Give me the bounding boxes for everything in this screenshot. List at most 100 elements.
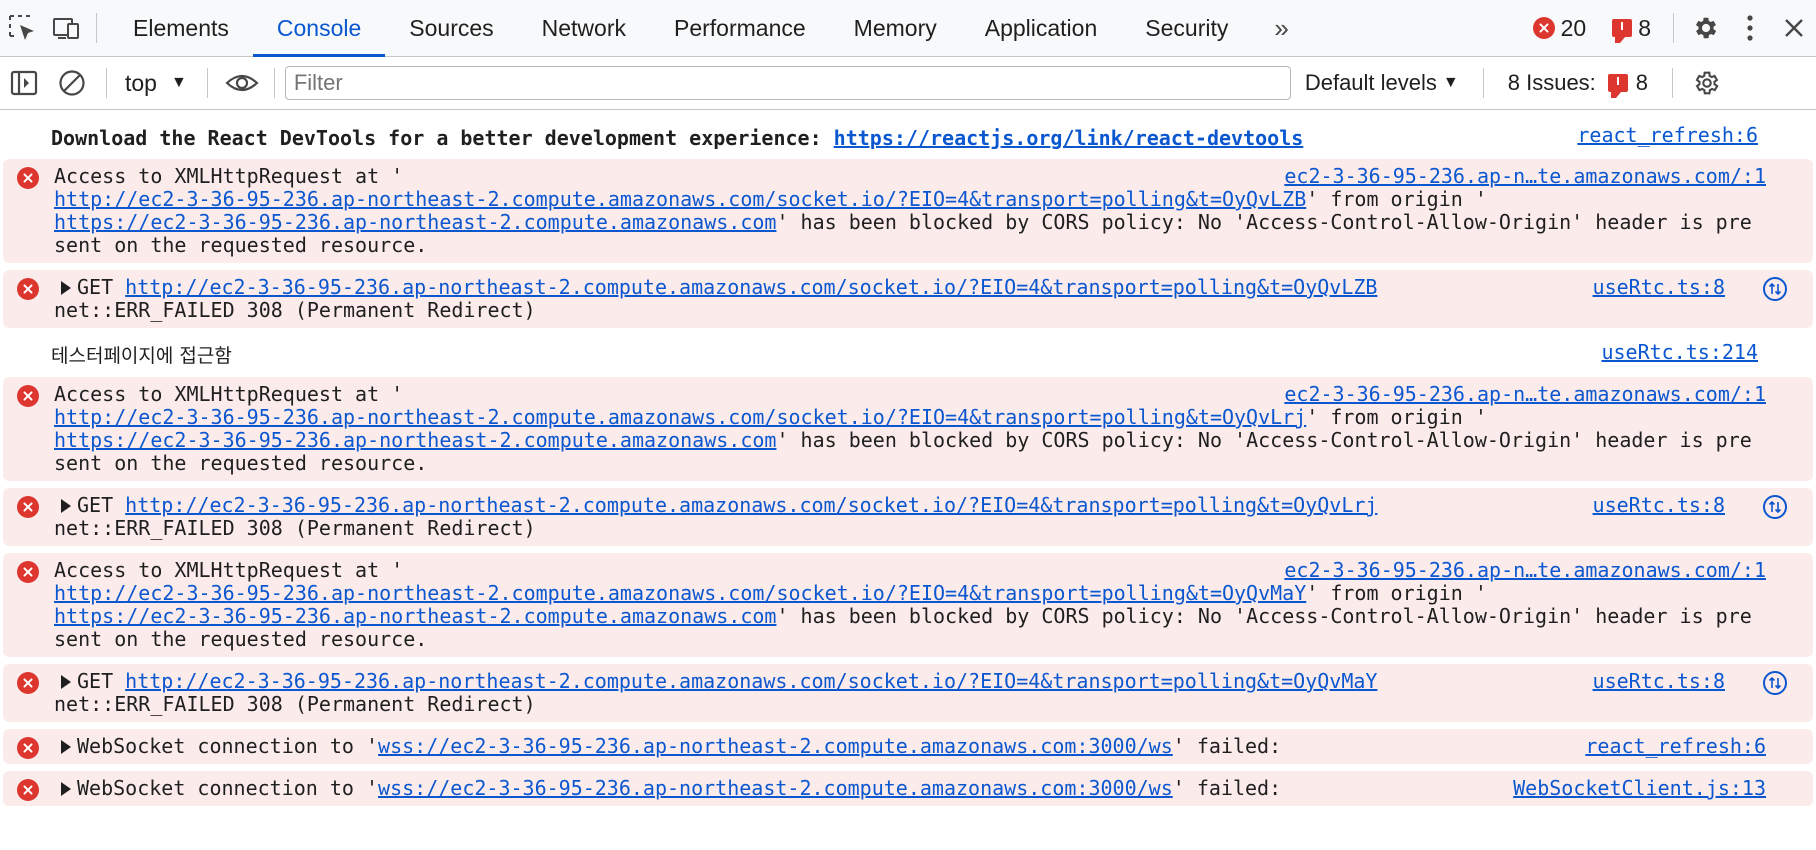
context-label: top: [125, 69, 157, 96]
message-text: net::ERR_FAILED 308 (Permanent Redirect): [54, 516, 536, 540]
error-counter[interactable]: 20: [1532, 15, 1586, 42]
console-toolbar: top ▼ Default levels ▼ 8 Issues: 8: [0, 57, 1816, 110]
expand-triangle-icon[interactable]: [61, 782, 71, 796]
message-text: ' failed:: [1172, 734, 1282, 758]
toolbar-separator: [1482, 68, 1484, 98]
console-message-info: Download the React DevTools for a better…: [0, 118, 1816, 159]
request-url-link[interactable]: http://ec2-3-36-95-236.ap-northeast-2.co…: [125, 669, 1377, 693]
more-tabs-button[interactable]: »: [1252, 0, 1310, 56]
tab-elements[interactable]: Elements: [109, 0, 253, 56]
context-selector[interactable]: top ▼: [117, 57, 197, 109]
expand-triangle-icon[interactable]: [61, 740, 71, 754]
console-message-log: 테스터페이지에 접근함 useRtc.ts:214: [0, 335, 1816, 377]
message-text: Access to XMLHttpRequest at ': [54, 164, 404, 188]
error-icon: [17, 672, 39, 694]
caret-down-icon: ▼: [1442, 74, 1459, 91]
log-levels-dropdown[interactable]: Default levels ▼: [1291, 57, 1473, 109]
message-text: WebSocket connection to ': [77, 776, 379, 800]
devtools-tabbar: Elements Console Sources Network Perform…: [0, 0, 1816, 57]
message-text: GET: [77, 275, 126, 299]
message-text: GET: [77, 493, 126, 517]
network-request-icon[interactable]: [1763, 277, 1787, 301]
tab-performance[interactable]: Performance: [650, 0, 830, 56]
message-text: ' failed:: [1172, 776, 1282, 800]
device-toolbar-icon[interactable]: [44, 0, 88, 56]
message-text: WebSocket connection to ': [77, 734, 379, 758]
error-icon: [1532, 17, 1555, 39]
tab-memory[interactable]: Memory: [830, 0, 961, 56]
console-messages: Download the React DevTools for a better…: [0, 110, 1816, 806]
tab-application[interactable]: Application: [961, 0, 1122, 56]
issues-counter[interactable]: 8: [1612, 14, 1651, 43]
console-message-error[interactable]: GET http://ec2-3-36-95-236.ap-northeast-…: [3, 488, 1813, 546]
console-message-error[interactable]: WebSocket connection to 'wss://ec2-3-36-…: [3, 771, 1813, 806]
filter-input[interactable]: [284, 66, 1291, 100]
request-url-link[interactable]: http://ec2-3-36-95-236.ap-northeast-2.co…: [125, 275, 1377, 299]
source-link[interactable]: useRtc.ts:8: [1593, 494, 1725, 517]
websocket-url-link[interactable]: wss://ec2-3-36-95-236.ap-northeast-2.com…: [378, 776, 1173, 800]
issues-count: 8: [1635, 70, 1649, 95]
source-link[interactable]: ec2-3-36-95-236.ap-n…te.amazonaws.com/:1: [1284, 165, 1766, 188]
toolbar-separator: [96, 13, 97, 43]
message-text: Access to XMLHttpRequest at ': [54, 558, 404, 582]
message-text: Download the React DevTools for a better…: [51, 126, 834, 150]
issues-label: 8 Issues:: [1507, 70, 1596, 95]
console-settings-gear-icon[interactable]: [1683, 57, 1731, 109]
kebab-menu-icon[interactable]: [1728, 0, 1772, 56]
request-url-link[interactable]: http://ec2-3-36-95-236.ap-northeast-2.co…: [54, 405, 1306, 429]
clear-console-icon[interactable]: [48, 57, 96, 109]
message-link[interactable]: https://reactjs.org/link/react-devtools: [834, 126, 1304, 150]
gear-icon[interactable]: [1684, 0, 1728, 56]
origin-link[interactable]: https://ec2-3-36-95-236.ap-northeast-2.c…: [54, 428, 776, 452]
issues-count: 8: [1638, 14, 1651, 41]
network-request-icon[interactable]: [1763, 495, 1787, 519]
issue-flag-icon: [1612, 19, 1633, 43]
expand-triangle-icon[interactable]: [61, 499, 71, 513]
sidebar-toggle-icon[interactable]: [0, 57, 48, 109]
log-levels-label: Default levels: [1304, 70, 1437, 95]
toolbar-separator: [273, 68, 275, 98]
live-expression-eye-icon[interactable]: [218, 57, 266, 109]
error-icon: [17, 561, 39, 583]
source-link[interactable]: useRtc.ts:8: [1593, 276, 1725, 299]
message-text: GET: [77, 669, 126, 693]
message-text: ' from origin ': [1306, 405, 1487, 429]
tab-sources[interactable]: Sources: [385, 0, 517, 56]
tab-console[interactable]: Console: [252, 0, 386, 57]
caret-down-icon: ▼: [170, 74, 187, 91]
error-icon: [17, 385, 39, 407]
console-message-error[interactable]: GET http://ec2-3-36-95-236.ap-northeast-…: [3, 664, 1813, 722]
message-text: ' from origin ': [1306, 187, 1487, 211]
issues-button[interactable]: 8 Issues: 8: [1494, 57, 1662, 109]
issue-flag-icon: [1607, 74, 1628, 98]
source-link[interactable]: ec2-3-36-95-236.ap-n…te.amazonaws.com/:1: [1284, 559, 1766, 582]
source-link[interactable]: WebSocketClient.js:13: [1513, 777, 1766, 800]
origin-link[interactable]: https://ec2-3-36-95-236.ap-northeast-2.c…: [54, 210, 776, 234]
websocket-url-link[interactable]: wss://ec2-3-36-95-236.ap-northeast-2.com…: [378, 734, 1173, 758]
request-url-link[interactable]: http://ec2-3-36-95-236.ap-northeast-2.co…: [125, 493, 1377, 517]
source-link[interactable]: react_refresh:6: [1585, 735, 1766, 758]
request-url-link[interactable]: http://ec2-3-36-95-236.ap-northeast-2.co…: [54, 187, 1306, 211]
tab-security[interactable]: Security: [1121, 0, 1252, 56]
message-text: Access to XMLHttpRequest at ': [54, 382, 404, 406]
expand-triangle-icon[interactable]: [61, 675, 71, 689]
message-text: 테스터페이지에 접근함: [51, 345, 232, 367]
error-icon: [17, 167, 39, 189]
console-message-error: Access to XMLHttpRequest at ' ec2-3-36-95…: [3, 553, 1813, 657]
expand-triangle-icon[interactable]: [61, 281, 71, 295]
message-text: net::ERR_FAILED 308 (Permanent Redirect): [54, 298, 536, 322]
console-message-error[interactable]: WebSocket connection to 'wss://ec2-3-36-…: [3, 729, 1813, 764]
origin-link[interactable]: https://ec2-3-36-95-236.ap-northeast-2.c…: [54, 604, 776, 628]
console-message-error[interactable]: GET http://ec2-3-36-95-236.ap-northeast-…: [3, 270, 1813, 328]
console-message-error: Access to XMLHttpRequest at ' ec2-3-36-95…: [3, 159, 1813, 263]
console-message-error: Access to XMLHttpRequest at ' ec2-3-36-95…: [3, 377, 1813, 481]
source-link[interactable]: useRtc.ts:8: [1593, 670, 1725, 693]
request-url-link[interactable]: http://ec2-3-36-95-236.ap-northeast-2.co…: [54, 581, 1306, 605]
tab-network[interactable]: Network: [518, 0, 650, 56]
inspect-element-icon[interactable]: [0, 0, 44, 56]
network-request-icon[interactable]: [1763, 671, 1787, 695]
close-icon[interactable]: [1772, 0, 1816, 56]
source-link[interactable]: ec2-3-36-95-236.ap-n…te.amazonaws.com/:1: [1284, 383, 1766, 406]
source-link[interactable]: react_refresh:6: [1577, 124, 1758, 147]
source-link[interactable]: useRtc.ts:214: [1601, 341, 1758, 364]
